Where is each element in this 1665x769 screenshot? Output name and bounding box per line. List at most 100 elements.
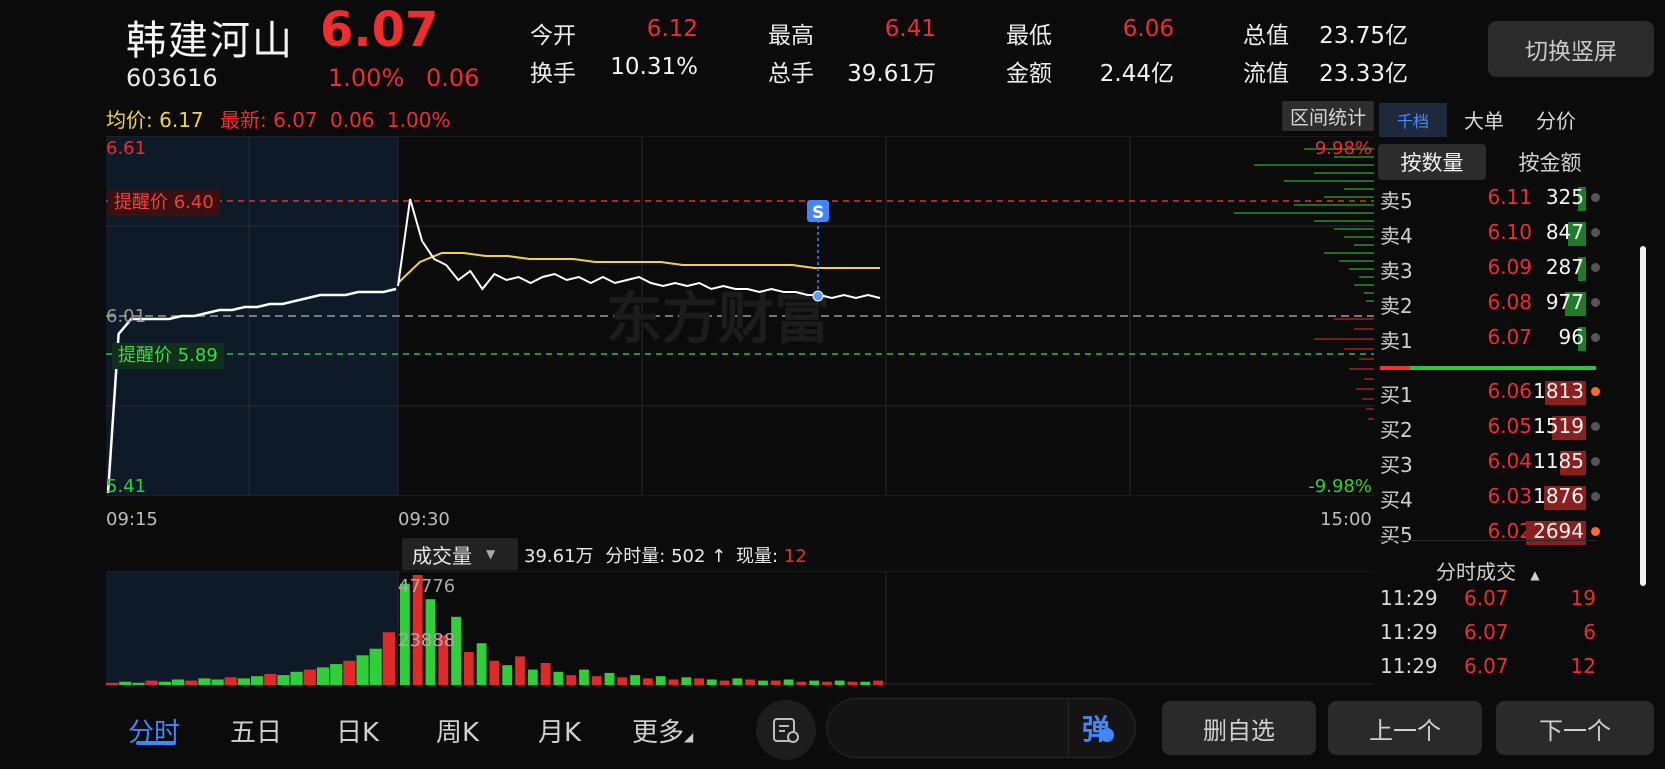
alert-high-label[interactable]: 提醒价 6.40 [108,190,220,216]
range-stats-button[interactable]: 区间统计 [1282,101,1374,131]
danmu-separator [1068,698,1069,758]
tab-five-day[interactable]: 五日 [230,712,282,749]
volume-bar [290,671,303,685]
buy-row[interactable]: 买4 6.03 1876 [1380,482,1600,512]
alert-low-label[interactable]: 提醒价 5.89 [112,343,224,369]
depth-bar [1362,398,1374,400]
tick-volume: 6 [1583,620,1596,644]
volume-bar [476,643,487,685]
volume-chart[interactable] [106,571,1374,685]
sell-level-label: 卖2 [1380,294,1413,318]
buy-row[interactable]: 买2 6.05 1519 [1380,412,1600,442]
tab-more-label: 更多 [632,718,685,748]
tab-large-orders[interactable]: 大单 [1464,105,1504,134]
y-mid-label: 6.01 [106,306,147,327]
volume-bar [489,660,500,685]
depth-bar [1324,252,1374,254]
level-dot-icon [1591,422,1600,431]
tick-row: 11:29 6.07 12 [1380,654,1596,684]
dropdown-triangle-icon: ▼ [486,547,496,561]
volume-bar [822,681,832,685]
scrollbar[interactable] [1640,246,1646,586]
volume-bar [604,672,615,685]
sell-row[interactable]: 卖5 6.11 325 [1380,183,1600,213]
sell-quantity: 287 [1545,255,1584,279]
next-button[interactable]: 下一个 [1496,701,1654,755]
volume-bar [591,676,602,685]
by-amount-button[interactable]: 按金额 [1500,144,1600,180]
sort-triangle-icon: ▲ [1530,568,1540,582]
volume-bar [617,677,628,685]
previous-button[interactable]: 上一个 [1328,701,1482,755]
tick-volume: 12 [1570,654,1596,678]
buy-row[interactable]: 买5 6.02 2694 [1380,517,1600,547]
volume-bar [796,681,807,685]
tick-trades-title[interactable]: 分时成交 ▲ [1436,556,1540,585]
depth-bar [1366,300,1374,302]
tick-divider [1378,540,1596,541]
volume-bar [277,675,290,685]
tab-daily-k[interactable]: 日K [336,712,379,749]
tab-weekly-k[interactable]: 周K [436,712,479,749]
sell-quantity: 325 [1545,185,1584,209]
buy-row[interactable]: 买3 6.04 1185 [1380,447,1600,477]
sell-row[interactable]: 卖4 6.10 847 [1380,218,1600,248]
level-dot-icon [1591,263,1600,272]
sell-row[interactable]: 卖2 6.08 977 [1380,288,1600,318]
level-dot-icon [1591,492,1600,501]
volume-bar [171,679,185,685]
buy-level-label: 买3 [1380,453,1413,477]
switch-portrait-button[interactable]: 切换竖屏 [1488,21,1654,77]
depth-bar [1368,418,1374,420]
volume-bar [681,677,692,685]
sell-level-label: 卖3 [1380,259,1413,283]
stock-price: 6.07 [320,2,439,58]
depth-bar [1324,196,1374,198]
sell-level-label: 卖1 [1380,329,1413,353]
depth-bar [1349,368,1374,370]
sell-row[interactable]: 卖1 6.07 96 [1380,323,1600,353]
x-label-close: 15:00 [1320,509,1372,530]
volume-bar [330,664,343,685]
buy-row[interactable]: 买1 6.06 1813 [1380,377,1600,407]
volume-bar [382,632,395,685]
sell-level-label: 卖5 [1380,189,1413,213]
by-quantity-button[interactable]: 按数量 [1378,144,1486,180]
tab-price-dist[interactable]: 分价 [1536,105,1576,134]
latest-percent: 1.00% [386,108,451,132]
tab-monthly-k[interactable]: 月K [538,712,581,749]
s-marker-letter: S [812,203,824,223]
tab-qiandang[interactable]: 千档 [1379,103,1447,137]
stat-value-turnover: 10.31% [610,54,698,80]
avg-label: 均价: [106,108,153,132]
sell-row[interactable]: 卖3 6.09 287 [1380,253,1600,283]
sell-price: 6.10 [1487,220,1532,244]
current-volume-label: 现量: [736,546,779,567]
y-top-label: 6.61 [106,138,147,159]
volume-bar [732,678,743,685]
volume-bar [463,652,474,685]
sell-quantity: 847 [1545,220,1584,244]
indicator-selector[interactable]: 成交量 ▼ [402,538,518,570]
tick-time: 11:29 [1380,586,1438,610]
stat-value-total-volume: 39.61万 [847,61,936,87]
depth-bar [1294,204,1374,206]
tab-more[interactable]: 更多◢ [632,712,693,749]
level-dot-icon [1591,298,1600,307]
depth-bar [1356,388,1374,390]
depth-bar [1284,180,1374,182]
tick-row: 11:29 6.07 19 [1380,586,1596,616]
depth-bar [1339,260,1374,262]
sell-quantity: 96 [1558,325,1584,349]
tick-time: 11:29 [1380,620,1438,644]
volume-bar [719,680,730,685]
note-button[interactable] [756,700,816,760]
intraday-chart[interactable]: 东方财富 S [106,136,1374,496]
depth-bar [1344,348,1374,350]
danmu-check-dot [1100,728,1114,742]
volume-bar [834,680,845,685]
note-icon [773,718,799,743]
depth-bar [1354,244,1374,246]
volume-bar [106,682,119,685]
remove-watchlist-button[interactable]: 删自选 [1162,701,1316,755]
